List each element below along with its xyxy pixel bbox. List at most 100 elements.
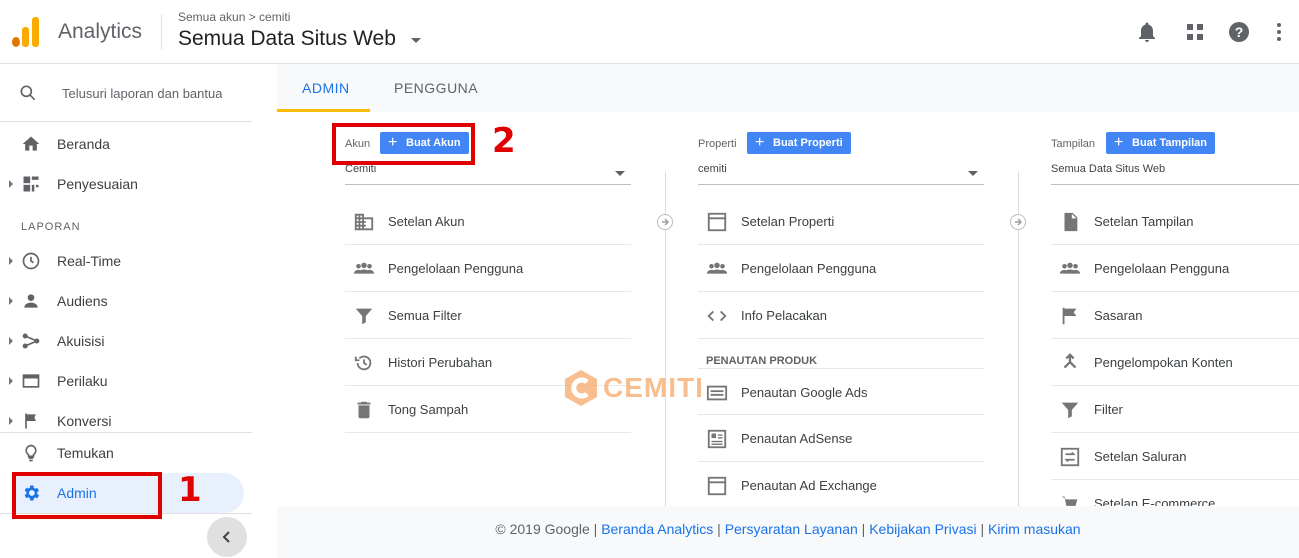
menu-pengelolaan-pengguna-properti[interactable]: Pengelolaan Pengguna xyxy=(698,245,984,292)
expand-arrow-icon[interactable] xyxy=(9,337,13,345)
top-bar: Analytics Semua akun > cemiti Semua Data… xyxy=(0,0,1299,64)
search-icon xyxy=(20,85,36,101)
menu-pengelolaan-pengguna-akun[interactable]: Pengelolaan Pengguna xyxy=(345,245,631,292)
analytics-logo-icon[interactable] xyxy=(12,17,40,47)
expand-arrow-icon[interactable] xyxy=(9,297,13,305)
column-label-properti: Properti xyxy=(698,138,737,150)
button-label: Buat Properti xyxy=(773,137,843,149)
menu-penautan-google-ads[interactable]: Penautan Google Ads xyxy=(698,368,984,415)
view-select-value: Semua Data Situs Web xyxy=(1051,163,1166,175)
expand-arrow-icon[interactable] xyxy=(9,257,13,265)
menu-info-pelacakan[interactable]: Info Pelacakan xyxy=(698,292,984,339)
sidebar-item-label: Real-Time xyxy=(57,253,122,269)
menu-label: Tong Sampah xyxy=(388,402,469,417)
account-select[interactable]: Cemiti xyxy=(345,163,631,185)
menu-setelan-properti[interactable]: Setelan Properti xyxy=(698,198,984,245)
tab-admin[interactable]: ADMIN xyxy=(302,80,350,96)
sidebar-item-temukan[interactable]: Temukan xyxy=(0,434,252,472)
menu-penautan-adsense[interactable]: Penautan AdSense xyxy=(698,415,984,462)
flag-icon xyxy=(1062,307,1077,325)
history-icon xyxy=(354,355,372,371)
more-vert-icon[interactable] xyxy=(1267,20,1291,44)
menu-filter[interactable]: Filter xyxy=(1051,386,1299,433)
merge-icon xyxy=(1063,353,1077,369)
annotation-number-1: 1 xyxy=(178,470,202,510)
menu-label: Pengelolaan Pengguna xyxy=(388,261,524,276)
notifications-bell-icon[interactable] xyxy=(1135,20,1159,44)
filter-icon xyxy=(355,308,373,325)
footer-link-beranda-analytics[interactable]: Beranda Analytics xyxy=(601,521,713,537)
app-name: Analytics xyxy=(58,20,143,43)
apps-grid-icon[interactable] xyxy=(1183,20,1207,44)
plus-icon: + xyxy=(1114,134,1124,151)
admin-panel: Akun + Buat Akun Cemiti Setelan Akun Peng… xyxy=(277,112,1299,507)
adsense-icon xyxy=(707,429,727,449)
menu-label: Setelan Akun xyxy=(388,214,465,229)
channel-settings-icon xyxy=(1060,447,1080,467)
annotation-number-2: 2 xyxy=(492,121,516,161)
acquisition-icon xyxy=(22,333,40,349)
menu-penautan-ad-exchange[interactable]: Penautan Ad Exchange xyxy=(698,462,984,509)
cart-icon xyxy=(1061,496,1078,506)
code-icon xyxy=(707,310,727,322)
footer-copyright: © 2019 Google xyxy=(495,521,590,537)
sidebar-search[interactable]: Telusuri laporan dan bantuan xyxy=(0,64,252,122)
menu-setelan-saluran[interactable]: Setelan Saluran xyxy=(1051,433,1299,480)
people-icon xyxy=(1059,262,1081,274)
sidebar-item-akuisisi[interactable]: Akuisisi xyxy=(0,322,252,360)
sidebar-item-label: Penyesuaian xyxy=(57,176,138,192)
expand-arrow-icon[interactable] xyxy=(9,377,13,385)
view-selector[interactable]: Semua Data Situs Web xyxy=(178,27,396,51)
dashboard-icon xyxy=(23,176,39,192)
watermark-text: CEMITI xyxy=(603,372,704,403)
sidebar-item-penyesuaian[interactable]: Penyesuaian xyxy=(0,165,252,203)
footer-link-kirim-masukan[interactable]: Kirim masukan xyxy=(988,521,1081,537)
menu-label: Setelan Properti xyxy=(741,214,835,229)
menu-setelan-akun[interactable]: Setelan Akun xyxy=(345,198,631,245)
menu-label: Setelan Tampilan xyxy=(1094,214,1194,229)
sidebar-item-audiens[interactable]: Audiens xyxy=(0,282,252,320)
footer-link-kebijakan-privasi[interactable]: Kebijakan Privasi xyxy=(869,521,976,537)
tab-pengguna[interactable]: PENGGUNA xyxy=(394,80,478,96)
building-icon xyxy=(354,213,374,231)
sidebar-item-label: Beranda xyxy=(57,136,110,152)
expand-arrow-icon[interactable] xyxy=(9,180,13,188)
footer-separator: | xyxy=(713,521,725,537)
chevron-down-icon[interactable] xyxy=(411,38,421,43)
menu-setelan-tampilan[interactable]: Setelan Tampilan xyxy=(1051,198,1299,245)
footer-separator: | xyxy=(589,521,602,537)
menu-semua-filter[interactable]: Semua Filter xyxy=(345,292,631,339)
arrow-right-circle-icon xyxy=(657,214,673,230)
menu-label: Histori Perubahan xyxy=(388,355,493,370)
plus-icon: + xyxy=(755,134,765,151)
menu-setelan-ecommerce[interactable]: Setelan E-commerce xyxy=(1051,480,1299,507)
footer-link-persyaratan[interactable]: Persyaratan Layanan xyxy=(725,521,858,537)
property-select[interactable]: cemiti xyxy=(698,163,984,185)
menu-label: Penautan Google Ads xyxy=(741,385,868,400)
tab-bar: ADMIN PENGGUNA xyxy=(277,64,1299,112)
search-input[interactable]: Telusuri laporan dan bantuan xyxy=(62,86,222,101)
collapse-sidebar-button[interactable] xyxy=(207,517,247,557)
expand-arrow-icon[interactable] xyxy=(9,417,13,425)
menu-sasaran[interactable]: Sasaran xyxy=(1051,292,1299,339)
menu-pengelompokan-konten[interactable]: Pengelompokan Konten xyxy=(1051,339,1299,386)
menu-label: Info Pelacakan xyxy=(741,308,828,323)
menu-label: Filter xyxy=(1094,402,1123,417)
sidebar-item-realtime[interactable]: Real-Time xyxy=(0,242,252,280)
footer-separator: | xyxy=(976,521,989,537)
view-select[interactable]: Semua Data Situs Web xyxy=(1051,163,1299,185)
lightbulb-icon xyxy=(25,444,37,462)
trash-icon xyxy=(357,401,371,419)
button-label: Buat Tampilan xyxy=(1132,137,1207,149)
footer: © 2019 Google | Beranda Analytics | Pers… xyxy=(277,506,1299,552)
create-property-button[interactable]: + Buat Properti xyxy=(747,132,851,154)
people-icon xyxy=(706,262,728,274)
sidebar-item-beranda[interactable]: Beranda xyxy=(0,125,252,163)
behavior-icon xyxy=(22,374,40,388)
sidebar-item-label: Konversi xyxy=(57,413,112,429)
create-view-button[interactable]: + Buat Tampilan xyxy=(1106,132,1215,154)
sidebar-item-perilaku[interactable]: Perilaku xyxy=(0,362,252,400)
help-icon[interactable]: ? xyxy=(1227,20,1251,44)
breadcrumb[interactable]: Semua akun > cemiti xyxy=(178,10,290,24)
menu-pengelolaan-pengguna-tampilan[interactable]: Pengelolaan Pengguna xyxy=(1051,245,1299,292)
